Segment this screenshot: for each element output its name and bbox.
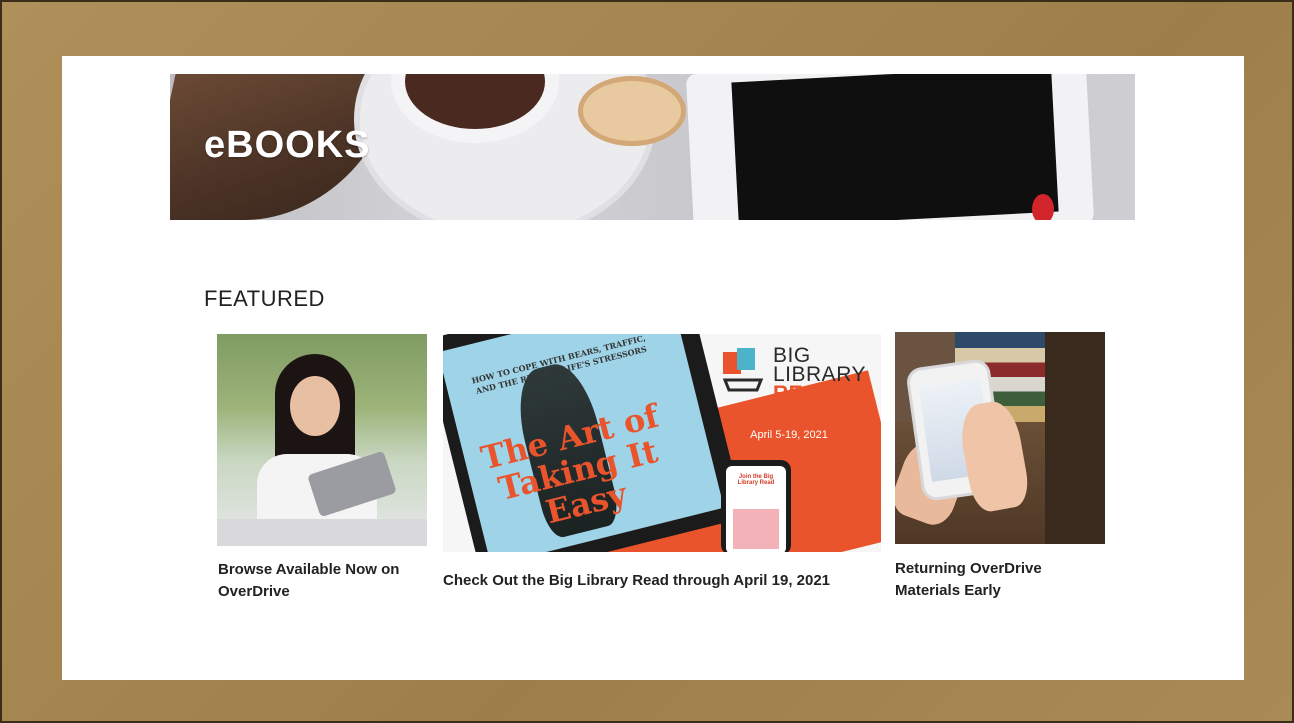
featured-card-big-library-read[interactable]: HOW TO COPE WITH BEARS, TRAFFIC, AND THE… (443, 334, 883, 594)
featured-card-browse-overdrive[interactable]: Browse Available Now on OverDrive (217, 334, 432, 614)
featured-card-returning-materials[interactable]: Returning OverDrive Materials Early (895, 332, 1110, 612)
promo-date-badge: April 5-19, 2021 (738, 426, 840, 444)
big-library-read-logo-icon (722, 348, 764, 392)
phone-promo-text: Join the Big Library Read (737, 474, 775, 486)
big-library-read-promo-image[interactable]: HOW TO COPE WITH BEARS, TRAFFIC, AND THE… (443, 334, 881, 552)
hands-with-phone-image[interactable] (895, 332, 1105, 544)
featured-card-label[interactable]: Check Out the Big Library Read through A… (443, 570, 883, 592)
big-library-read-logo: BIG LIBRARY READ (773, 344, 866, 405)
banner-cookie-image (578, 76, 686, 146)
banner-fingernail (1032, 194, 1054, 220)
page-title: eBOOKS (204, 124, 371, 166)
featured-card-label[interactable]: Returning OverDrive Materials Early (895, 558, 1105, 602)
girl-with-tablet-image[interactable] (217, 334, 427, 546)
banner-tablet-screen (731, 74, 1059, 220)
photo-frame: eBOOKS FEATURED Browse Available Now on … (0, 0, 1294, 723)
featured-heading: FEATURED (204, 286, 325, 311)
ebooks-banner: eBOOKS (170, 74, 1135, 220)
featured-card-label[interactable]: Browse Available Now on OverDrive (218, 559, 428, 603)
web-page: eBOOKS FEATURED Browse Available Now on … (62, 56, 1244, 680)
